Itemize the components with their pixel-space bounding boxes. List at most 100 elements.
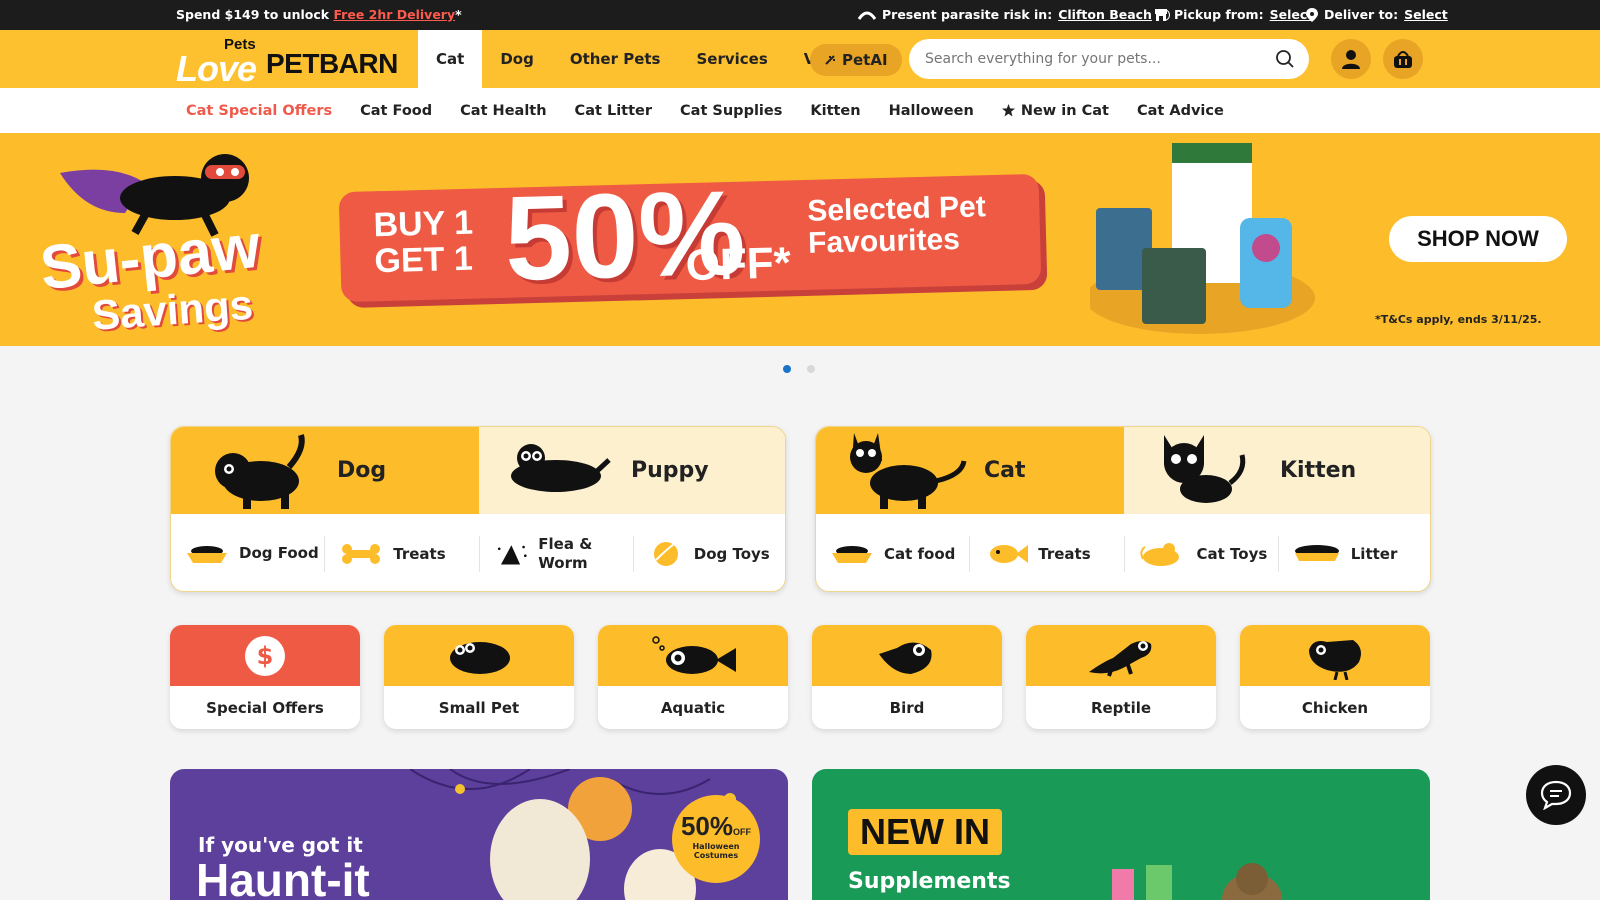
subcat-cat-food[interactable]: Cat food (816, 535, 971, 572)
new-in-supplements-banner[interactable]: NEW IN Supplements (812, 769, 1430, 900)
promo-text: Spend $149 to unlock (176, 7, 334, 22)
free-delivery-link[interactable]: Free 2hr Delivery (333, 7, 455, 22)
tile-bird[interactable]: Bird (812, 625, 1002, 729)
ball-icon (653, 541, 678, 566)
chicken-icon (1309, 639, 1361, 680)
subnav-halloween[interactable]: Halloween (875, 103, 988, 119)
cat-subnav: Cat Special Offers Cat Food Cat Health C… (0, 88, 1600, 133)
puppy-category[interactable]: Puppy (479, 427, 785, 514)
nav-services[interactable]: Services (678, 30, 785, 88)
nav-dog[interactable]: Dog (482, 30, 552, 88)
subcat-flea-worm[interactable]: Flea & Worm (480, 534, 634, 572)
cat-subcategories: Cat food Treats Cat Toys Litter (816, 514, 1430, 591)
subcat-litter[interactable]: Litter (1279, 536, 1430, 572)
parasite-icon (858, 11, 876, 20)
bone-icon (342, 543, 381, 564)
user-icon (1342, 50, 1360, 69)
badge-text: Halloween Costumes (692, 842, 740, 860)
tile-chicken-art (1240, 625, 1430, 686)
new-in-cat-label: New in Cat (1020, 102, 1109, 119)
subcat-dog-toys[interactable]: Dog Toys (634, 536, 785, 572)
bird-icon (879, 641, 932, 674)
petai-button[interactable]: PetAI (810, 44, 902, 76)
dog-category[interactable]: Dog (171, 427, 479, 514)
nav-other-pets[interactable]: Other Pets (552, 30, 679, 88)
tile-reptile-label: Reptile (1090, 698, 1152, 717)
guinea-pig-icon (450, 641, 510, 674)
food-bowl-icon (187, 545, 227, 563)
tile-chicken[interactable]: Chicken (1240, 625, 1430, 729)
halloween-discount-badge: 50%OFF Halloween Costumes (672, 795, 760, 883)
subnav-cat-supplies[interactable]: Cat Supplies (666, 103, 796, 119)
pickup-selector[interactable]: Pickup from: Select (1154, 7, 1313, 22)
puppy-icon (511, 443, 611, 492)
flea-icon (497, 544, 527, 564)
subnav-cat-food[interactable]: Cat Food (346, 103, 446, 119)
hero-banner[interactable]: Su-paw Savings BUY 1 GET 1 50% OFF* Selec… (0, 133, 1600, 346)
tile-small-pet[interactable]: Small Pet (384, 625, 574, 729)
pets-love-petbarn-logo[interactable]: Love Pets PETBARN (176, 36, 398, 89)
tile-reptile[interactable]: Reptile (1026, 625, 1216, 729)
tile-special-offers-art: $ (170, 625, 360, 686)
subcat-dog-food[interactable]: Dog Food (171, 535, 326, 572)
account-button[interactable] (1331, 39, 1371, 79)
deliver-selector[interactable]: Deliver to: Select (1306, 7, 1448, 22)
aquatic-fish-icon (652, 635, 736, 674)
cart-button[interactable] (1383, 39, 1423, 79)
products-image (1090, 143, 1315, 334)
tile-chicken-label: Chicken (1301, 698, 1369, 717)
search-icon[interactable] (1275, 49, 1295, 69)
nav-cat[interactable]: Cat (418, 30, 483, 88)
cat-icon (850, 432, 967, 509)
basket-icon (1394, 51, 1412, 68)
dog-treats-label: Treats (393, 544, 446, 563)
search-input[interactable] (925, 49, 1265, 69)
litter-label: Litter (1350, 544, 1398, 563)
tile-aquatic[interactable]: Aquatic (598, 625, 788, 729)
dog-toys-label: Dog Toys (693, 544, 770, 563)
cat-category[interactable]: Cat (816, 427, 1124, 514)
badge-percent-value: 50% (680, 811, 734, 841)
tile-reptile-art (1026, 625, 1216, 686)
star-icon (1001, 104, 1015, 117)
subnav-cat-advice[interactable]: Cat Advice (1123, 103, 1238, 119)
tile-aquatic-art (598, 625, 788, 686)
chat-button[interactable] (1526, 765, 1586, 825)
carousel-dot-2[interactable] (807, 365, 815, 373)
subnav-cat-litter[interactable]: Cat Litter (561, 103, 666, 119)
logo-brand: PETBARN (266, 48, 398, 79)
parasite-location-link[interactable]: Clifton Beach (1058, 7, 1152, 22)
supplements-products-image (1112, 863, 1282, 900)
top-bar: Spend $149 to unlock Free 2hr Delivery* … (0, 0, 1600, 30)
parasite-label: Present parasite risk in: (882, 7, 1053, 22)
kitten-category[interactable]: Kitten (1124, 427, 1430, 514)
location-pin-icon (1306, 7, 1318, 22)
subcat-dog-treats[interactable]: Treats (325, 535, 480, 572)
shop-now-button[interactable]: SHOP NOW (1389, 216, 1567, 262)
tile-special-offers[interactable]: $ Special Offers (170, 625, 360, 729)
subnav-cat-special-offers[interactable]: Cat Special Offers (172, 103, 346, 119)
su-paw-savings-title: Su-paw Savings (37, 212, 263, 339)
tile-bird-art (812, 625, 1002, 686)
subnav-new-in-cat[interactable]: New in Cat (988, 103, 1123, 119)
tile-special-offers-label: Special Offers (206, 698, 324, 717)
kitten-label: Kitten (1280, 458, 1357, 483)
selected-favourites: Selected Pet Favourites (807, 190, 987, 260)
terms-text: *T&Cs apply, ends 3/11/25. (1375, 313, 1542, 326)
halloween-banner[interactable]: If you've got it Haunt-it 50%OFF Hallowe… (170, 769, 788, 900)
subnav-kitten[interactable]: Kitten (796, 103, 874, 119)
subnav-cat-health[interactable]: Cat Health (446, 103, 560, 119)
subcat-cat-treats[interactable]: Treats (970, 535, 1125, 572)
petai-label: PetAI (842, 51, 888, 69)
sparkle-icon (825, 55, 835, 65)
new-in-title: NEW IN (848, 809, 1002, 855)
carousel-dot-1[interactable] (783, 365, 791, 373)
deliver-select-link[interactable]: Select (1404, 7, 1448, 22)
carousel-dots (783, 365, 815, 373)
subcat-cat-toys[interactable]: Cat Toys (1125, 535, 1279, 572)
store-icon (1155, 8, 1167, 21)
dollar-icon: $ (245, 635, 285, 676)
pickup-label: Pickup from: (1174, 7, 1264, 22)
selected-line2: Favourites (807, 222, 961, 260)
flea-worm-label: Flea & Worm (538, 534, 593, 572)
